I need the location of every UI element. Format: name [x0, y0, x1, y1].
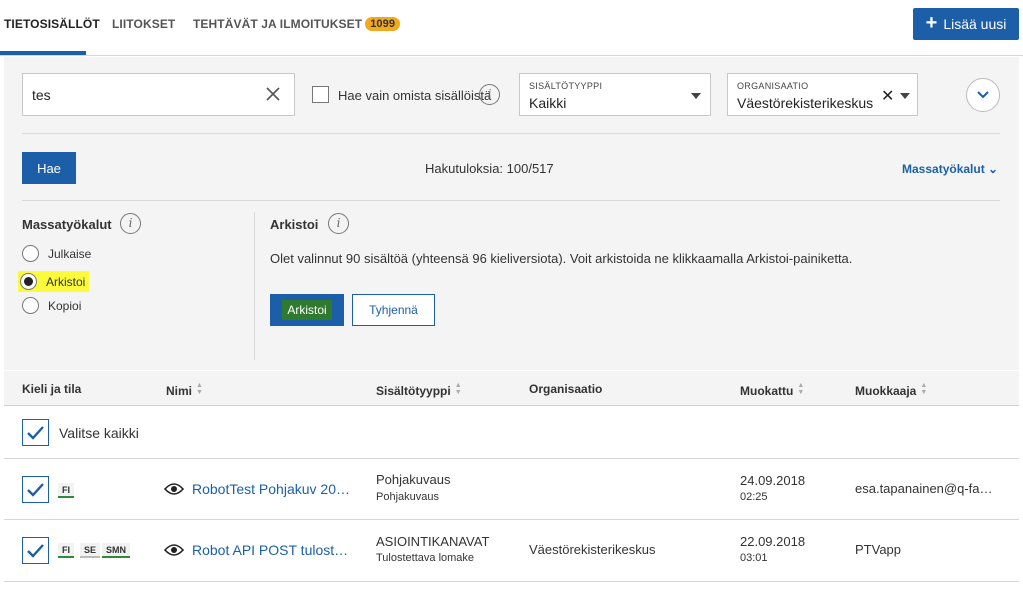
eye-icon[interactable]: [164, 482, 184, 496]
modified-date: 24.09.2018: [740, 473, 806, 488]
content-name-link[interactable]: RobotTest Pohjakuv 20…: [192, 481, 350, 497]
col-header-modified-label: Muokattu: [740, 384, 794, 398]
tab-liitokset[interactable]: LIITOKSET: [112, 17, 175, 31]
select-all-row: Valitse kaikki: [4, 407, 1019, 459]
col-header-name-label: Nimi: [166, 384, 193, 398]
radio-label: Kopioi: [48, 298, 82, 313]
organization-select[interactable]: ORGANISAATIO Väestörekisterikeskus ✕: [727, 73, 918, 116]
chevron-down-icon: [977, 91, 989, 99]
radio-label: Arkistoi: [46, 274, 86, 289]
col-header-editor[interactable]: Muokkaaja ▲ ▼: [855, 382, 928, 398]
content-type: ASIOINTIKANAVAT: [376, 534, 490, 549]
language-badge: FI: [58, 483, 74, 498]
add-new-label: Lisää uusi: [943, 16, 1007, 32]
results-count: Hakutuloksia: 100/517: [425, 161, 554, 176]
sort-icon: ▲ ▼: [454, 382, 462, 396]
content-subtype: Tulostettava lomake: [376, 552, 475, 564]
archive-button-label: Arkistoi: [282, 300, 332, 320]
col-header-type[interactable]: Sisältötyyppi ▲ ▼: [376, 382, 462, 398]
search-box: [22, 73, 295, 116]
mass-divider: [22, 200, 1000, 201]
modified-time: 03:01: [740, 552, 768, 564]
search-input[interactable]: [23, 74, 253, 115]
active-tab-indicator: [0, 51, 86, 55]
row-checkbox[interactable]: [22, 476, 49, 503]
col-header-editor-label: Muokkaaja: [855, 384, 917, 398]
chevron-down-icon: ⌄: [988, 162, 999, 176]
tab-tehtavat[interactable]: TEHTÄVÄT JA ILMOITUKSET 1099: [193, 17, 401, 31]
filter-divider: [22, 133, 1000, 134]
content-organization: Väestörekisterikeskus: [529, 542, 656, 557]
sort-icon: ▲ ▼: [196, 382, 203, 396]
info-icon[interactable]: i: [479, 84, 500, 105]
own-content-label: Hae vain omista sisällöistä: [338, 88, 492, 103]
vertical-divider: [254, 212, 255, 360]
language-badge: FI: [58, 543, 74, 558]
content-type-label: SISÄLTÖTYYPPI: [529, 81, 603, 91]
content-name-link[interactable]: Robot API POST tulost…: [192, 542, 348, 558]
organization-label: ORGANISAATIO: [737, 81, 809, 91]
col-header-language: Kieli ja tila: [22, 382, 82, 396]
radio-julkaise[interactable]: Julkaise: [22, 245, 91, 262]
content-type-select[interactable]: SISÄLTÖTYYPPI Kaikki: [519, 73, 711, 116]
select-all-label: Valitse kaikki: [59, 425, 139, 441]
col-header-modified[interactable]: Muokattu ▲ ▼: [740, 382, 805, 398]
col-header-type-label: Sisältötyyppi: [376, 384, 451, 398]
sort-icon: ▲ ▼: [797, 382, 805, 396]
tab-tehtavat-label: TEHTÄVÄT JA ILMOITUKSET: [193, 17, 363, 31]
caret-down-icon: [691, 93, 701, 99]
select-all-checkbox[interactable]: [22, 419, 49, 446]
info-icon[interactable]: i: [328, 213, 349, 234]
col-header-organization: Organisaatio: [529, 382, 603, 396]
add-new-button[interactable]: + Lisää uusi: [913, 8, 1019, 40]
check-icon: [27, 426, 44, 440]
language-badge: SE: [80, 543, 101, 558]
editor-name: esa.tapanainen@q-fa…: [855, 481, 993, 496]
archive-button[interactable]: Arkistoi: [270, 294, 344, 326]
radio-button[interactable]: [22, 245, 39, 262]
clear-organization-icon[interactable]: ✕: [881, 86, 894, 106]
tab-bar: TIETOSISÄLLÖT LIITOKSET TEHTÄVÄT JA ILMO…: [0, 0, 1023, 56]
row-checkbox[interactable]: [22, 537, 49, 564]
mass-tools-title: Massatyökalut: [22, 217, 112, 232]
archive-title: Arkistoi: [270, 217, 319, 232]
table-header: Kieli ja tila Nimi ▲ ▼ Sisältötyyppi ▲ ▼ Org…: [4, 371, 1019, 406]
info-icon[interactable]: i: [120, 213, 141, 234]
organization-value: Väestörekisterikeskus: [737, 95, 874, 111]
check-icon: [27, 483, 44, 497]
content-type-value: Kaikki: [529, 95, 567, 111]
clear-button[interactable]: Tyhjennä: [352, 294, 435, 326]
radio-arkistoi[interactable]: Arkistoi: [18, 271, 90, 292]
table-row[interactable]: FI RobotTest Pohjakuv 20… Pohjakuvaus Po…: [4, 459, 1019, 520]
highlight: Arkistoi: [18, 271, 90, 292]
sort-icon: ▲ ▼: [920, 382, 928, 396]
radio-button[interactable]: [22, 297, 39, 314]
caret-down-icon: [900, 93, 910, 99]
table-row[interactable]: FI SE SMN Robot API POST tulost… ASIOINT…: [4, 520, 1019, 582]
archive-description: Olet valinnut 90 sisältöä (yhteensä 96 k…: [270, 251, 853, 266]
content-subtype: Pohjakuvaus: [376, 491, 439, 503]
radio-label: Julkaise: [48, 246, 92, 261]
radio-button[interactable]: [20, 273, 37, 290]
content-type: Pohjakuvaus: [376, 472, 451, 487]
search-button[interactable]: Hae: [22, 152, 76, 184]
radio-kopioi[interactable]: Kopioi: [22, 297, 81, 314]
col-header-name[interactable]: Nimi ▲ ▼: [166, 382, 203, 398]
tab-tietosisallot[interactable]: TIETOSISÄLLÖT: [4, 17, 100, 31]
language-badge: SMN: [102, 543, 130, 558]
clear-search-icon[interactable]: [264, 85, 282, 103]
editor-name: PTVapp: [855, 542, 902, 557]
notification-badge: 1099: [365, 17, 401, 31]
own-content-checkbox[interactable]: [312, 86, 329, 103]
plus-icon: +: [925, 12, 938, 34]
mass-tools-toggle[interactable]: Massatyökalut ⌄: [902, 162, 998, 176]
mass-tools-toggle-label: Massatyökalut: [902, 162, 985, 176]
check-icon: [27, 544, 44, 558]
modified-date: 22.09.2018: [740, 534, 806, 549]
modified-time: 02:25: [740, 491, 768, 503]
eye-icon[interactable]: [164, 543, 184, 557]
expand-filters-button[interactable]: [966, 78, 1000, 112]
